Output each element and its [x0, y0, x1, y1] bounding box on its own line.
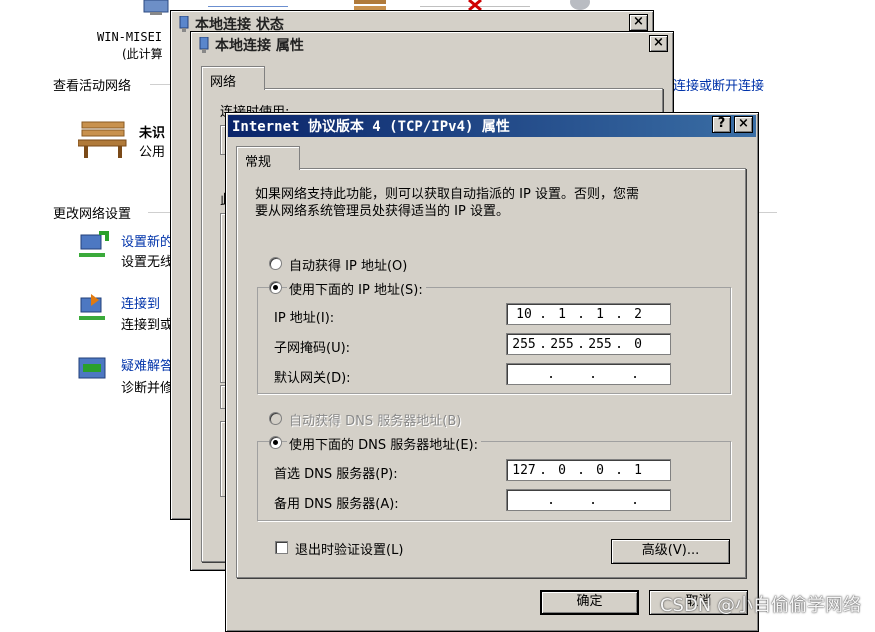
status-close-button[interactable]: ×: [629, 14, 648, 31]
csdn-watermark: CSDN @小白偷偷学网络: [659, 595, 861, 616]
ip-octet-4: 2: [634, 307, 642, 322]
subnet-mask-input[interactable]: 255. 255. 255. 0: [506, 333, 671, 355]
pdns-dot: .: [539, 463, 547, 478]
ip-octet-3: 1: [596, 307, 604, 322]
network-type: 公用: [139, 145, 166, 160]
ip-octet-1: 10: [516, 307, 532, 322]
advanced-button[interactable]: 高级(V)...: [611, 539, 730, 564]
auto-dns-radio[interactable]: [269, 412, 282, 425]
pdns-dot: .: [577, 463, 585, 478]
computer-icon: [143, 0, 169, 15]
adns-dot: .: [631, 493, 639, 508]
ipv4-titlebar[interactable]: Internet 协议版本 4 (TCP/IPv4) 属性: [228, 115, 756, 137]
preferred-dns-label: 首选 DNS 服务器(P):: [274, 467, 398, 482]
mask-dot: .: [615, 337, 623, 352]
view-active-networks: 查看活动网络: [53, 79, 132, 94]
ip-octet-2: 1: [558, 307, 566, 322]
ip-dot: .: [539, 307, 547, 322]
pdns-octet-2: 0: [558, 463, 566, 478]
ipv4-close-button[interactable]: ×: [734, 116, 753, 133]
properties-tab-network[interactable]: 网络: [201, 66, 265, 90]
validate-on-exit-label[interactable]: 退出时验证设置(L): [295, 539, 403, 558]
properties-title: 本地连接 属性: [215, 38, 304, 54]
connect-disconnect-link[interactable]: 连接或断开连接: [673, 75, 764, 94]
ip-dot: .: [577, 307, 585, 322]
bench-icon: [78, 121, 127, 158]
manual-dns-radio[interactable]: [269, 436, 282, 449]
network-adapter-icon: [199, 37, 209, 53]
subnet-mask-label: 子网掩码(U):: [274, 341, 351, 356]
pdns-octet-3: 0: [596, 463, 604, 478]
gateway-dot: .: [589, 367, 597, 382]
mask-dot: .: [577, 337, 585, 352]
connect-to-desc: 连接到或: [121, 318, 174, 333]
pdns-octet-1: 127: [512, 463, 536, 478]
change-network-settings: 更改网络设置: [53, 207, 132, 222]
auto-ip-label[interactable]: 自动获得 IP 地址(O): [289, 255, 407, 274]
adns-dot: .: [589, 493, 597, 508]
mask-octet-1: 255: [512, 337, 536, 352]
ok-button[interactable]: 确定: [540, 590, 639, 615]
ip-address-input[interactable]: 10. 1. 1. 2: [506, 303, 671, 325]
gateway-dot: .: [547, 367, 555, 382]
mask-octet-2: 255: [550, 337, 574, 352]
ipv4-dialog: Internet 协议版本 4 (TCP/IPv4) 属性 ? × 如果网络支持…: [225, 112, 759, 632]
auto-dns-label[interactable]: 自动获得 DNS 服务器地址(B): [289, 410, 461, 429]
properties-close-button[interactable]: ×: [649, 35, 668, 52]
network-name: 未识: [139, 126, 166, 141]
gateway-dot: .: [631, 367, 639, 382]
troubleshoot-icon: [78, 357, 106, 379]
pdns-octet-4: 1: [634, 463, 642, 478]
manual-dns-label[interactable]: 使用下面的 DNS 服务器地址(E):: [287, 434, 481, 453]
preferred-dns-input[interactable]: 127. 0. 0. 1: [506, 459, 671, 481]
ipv4-description-2: 要从网络系统管理员处获得适当的 IP 设置。: [255, 204, 509, 219]
gateway-input[interactable]: . . .: [506, 363, 671, 385]
properties-titlebar[interactable]: 本地连接 属性: [193, 34, 671, 56]
validate-on-exit-checkbox[interactable]: [275, 541, 288, 554]
ip-address-label: IP 地址(I):: [274, 311, 335, 326]
pdns-dot: .: [615, 463, 623, 478]
manual-ip-radio[interactable]: [269, 281, 282, 294]
network-adapter-icon: [179, 16, 189, 32]
computer-sub: (此计算: [122, 47, 163, 61]
troubleshoot-link[interactable]: 疑难解答: [121, 355, 173, 374]
top-link-line: [208, 6, 288, 7]
ip-dot: .: [615, 307, 623, 322]
alternate-dns-input[interactable]: . . .: [506, 489, 671, 511]
manual-ip-label[interactable]: 使用下面的 IP 地址(S):: [287, 279, 426, 298]
computer-name: WIN-MISEI: [97, 30, 163, 44]
ipv4-tabpanel: 如果网络支持此功能，则可以获取自动指派的 IP 设置。否则，您需 要从网络系统管…: [236, 168, 746, 578]
mask-octet-3: 255: [588, 337, 612, 352]
auto-ip-radio[interactable]: [269, 257, 282, 270]
troubleshoot-desc: 诊断并修: [121, 381, 174, 396]
mask-octet-4: 0: [634, 337, 642, 352]
gateway-label: 默认网关(D):: [274, 371, 351, 386]
alternate-dns-label: 备用 DNS 服务器(A):: [274, 497, 399, 512]
setup-network-icon: [79, 231, 109, 257]
setup-new-link[interactable]: 设置新的: [121, 231, 173, 250]
ipv4-help-button[interactable]: ?: [712, 116, 731, 133]
connect-to-icon: [79, 294, 105, 320]
ipv4-tab-general[interactable]: 常规: [236, 146, 300, 170]
adns-dot: .: [547, 493, 555, 508]
setup-new-desc: 设置无线: [121, 255, 174, 270]
ipv4-title: Internet 协议版本 4 (TCP/IPv4) 属性: [232, 119, 510, 135]
connect-to-link[interactable]: 连接到: [121, 293, 160, 312]
mask-dot: .: [539, 337, 547, 352]
